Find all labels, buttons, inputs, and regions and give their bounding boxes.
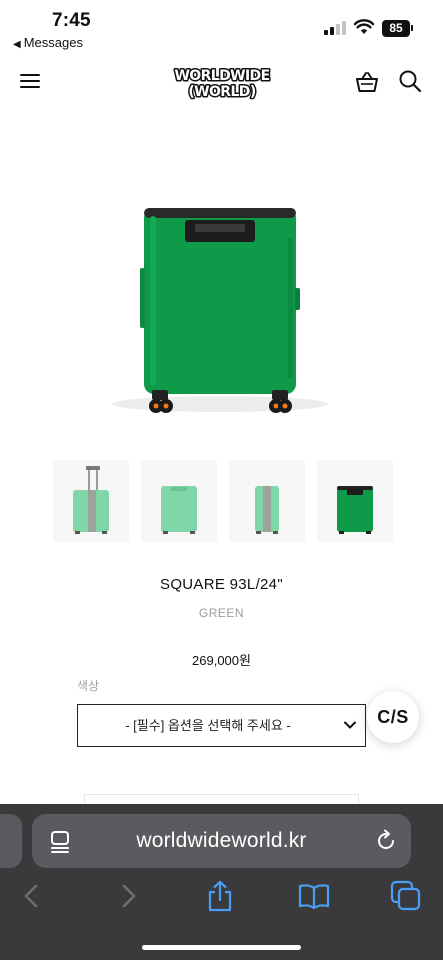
page-format-icon[interactable] [50,830,72,854]
previous-tab-preview[interactable] [0,814,22,868]
share-icon[interactable] [204,880,236,912]
cellular-signal-icon [324,21,346,35]
suitcase-back-icon [337,486,373,534]
reload-icon[interactable] [374,829,398,853]
option-select-value: - [필수] 옵션을 선택해 주세요 - [125,718,291,733]
address-bar[interactable]: worldwideworld.kr [32,814,411,868]
status-time: 7:45 [52,10,91,31]
back-triangle-icon: ◀ [13,39,21,50]
thumbnail-2[interactable] [141,460,217,542]
back-to-messages-link[interactable]: ◀ Messages [13,35,83,50]
status-bar: 7:45 ◀ Messages 85 [0,0,443,56]
forward-icon[interactable] [112,880,144,912]
logo-line1: WORLDWIDE [174,68,269,84]
browser-toolbar [0,876,443,916]
product-price: 269,000원 [192,653,251,668]
site-header: WORLDWIDE (WORLD) [0,56,443,110]
url-text: worldwideworld.kr [136,829,307,852]
product-title: SQUARE 93L/24" [160,576,283,593]
menu-icon[interactable] [20,72,40,90]
option-color-label: 색상 [77,679,100,693]
product-color-name: GREEN [198,606,245,620]
option-select-dropdown[interactable]: - [필수] 옵션을 선택해 주세요 - [77,704,366,747]
back-app-label: Messages [23,35,83,50]
cs-button[interactable]: C/S [367,691,419,743]
product-thumbnails [53,460,393,542]
suitcase-front-icon [161,486,197,534]
site-logo[interactable]: WORLDWIDE (WORLD) [166,66,278,101]
product-main-image[interactable] [60,180,380,440]
home-indicator[interactable] [142,945,301,950]
suitcase-side-icon [255,486,279,534]
chevron-down-icon [344,721,356,729]
bookmarks-icon[interactable] [298,880,330,912]
thumbnail-4[interactable] [317,460,393,542]
browser-bottom-bar: worldwideworld.kr [0,804,443,960]
battery-icon: 85 [382,20,410,37]
logo-line2: (WORLD) [188,84,255,100]
back-icon[interactable] [16,880,48,912]
thumbnail-1[interactable] [53,460,129,542]
cart-icon[interactable] [355,71,379,93]
thumbnail-3[interactable] [229,460,305,542]
search-icon[interactable] [398,69,422,93]
wifi-icon [354,19,374,34]
battery-tip [411,25,413,31]
tabs-icon[interactable] [390,880,422,912]
suitcase-handle-extended-icon [73,466,109,534]
